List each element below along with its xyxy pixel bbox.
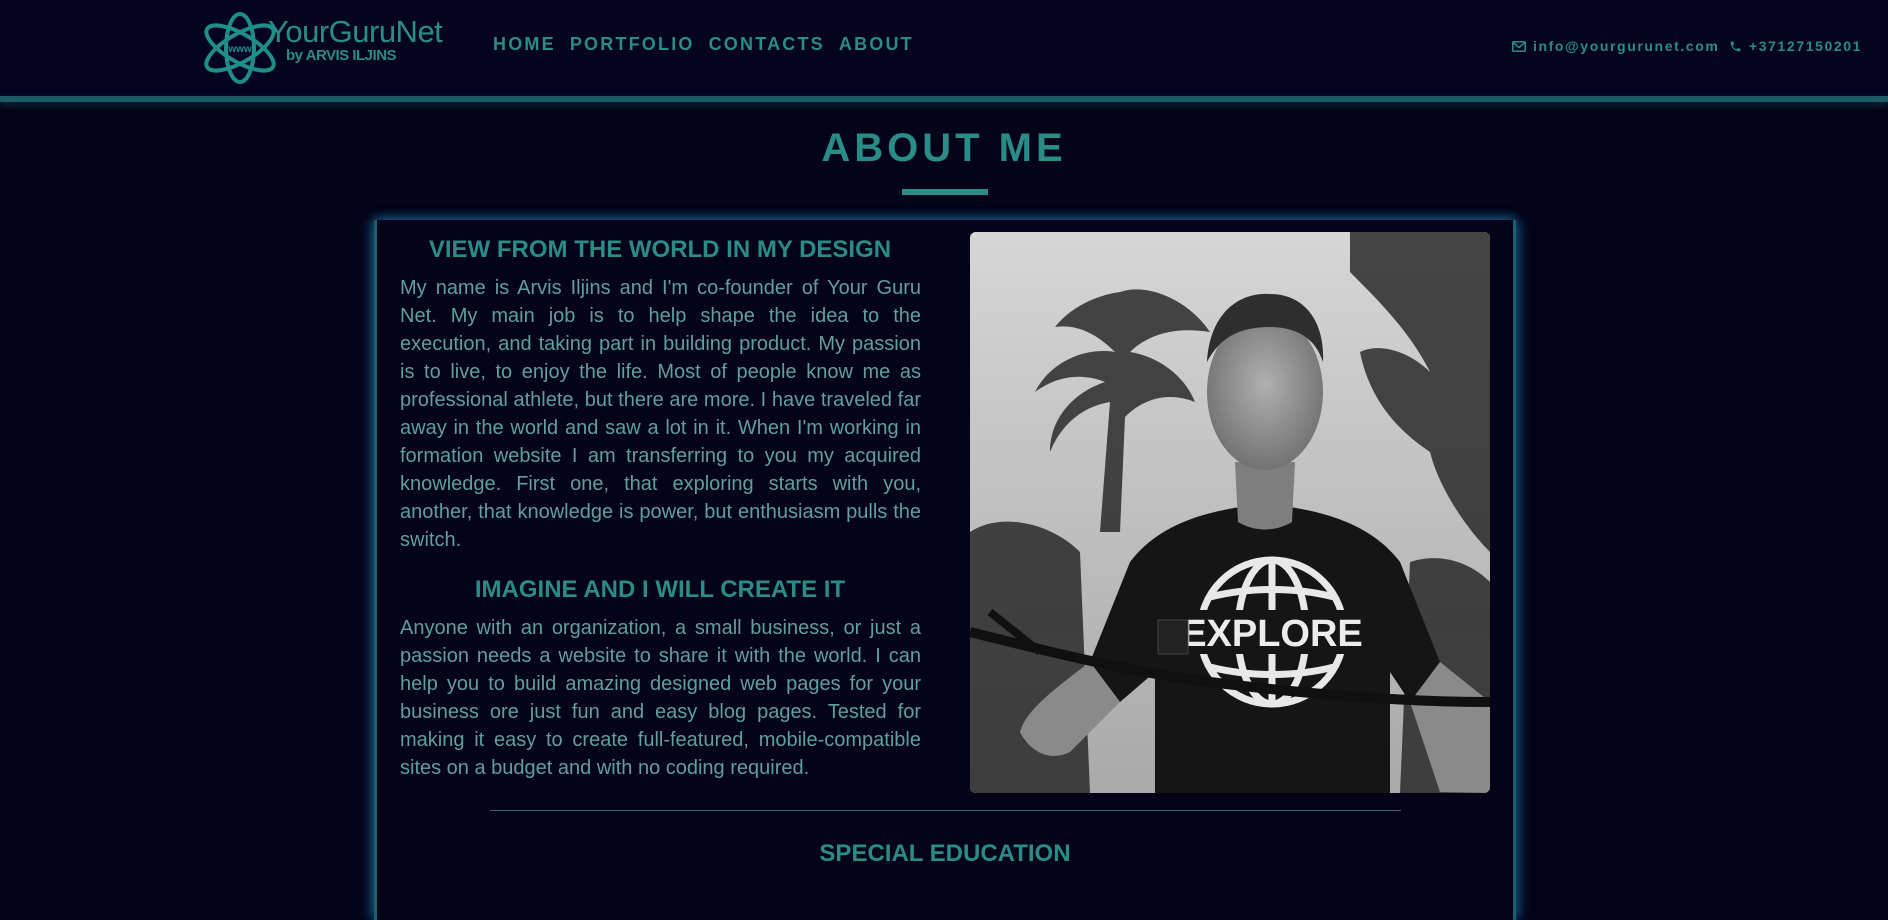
page-title: ABOUT ME — [821, 126, 1067, 170]
shirt-print-text: EXPLORE — [1181, 613, 1363, 655]
brand-name: YourGuruNet — [268, 14, 443, 49]
contact-email-text: info@yourgurunet.com — [1533, 38, 1720, 54]
site-logo[interactable]: www YourGuruNet by ARVIS ILJINS — [198, 8, 448, 84]
main-nav: HOME PORTFOLIO CONTACTS ABOUT — [493, 34, 914, 55]
section-text-imagine: Anyone with an organization, a small bus… — [400, 617, 921, 779]
nav-home[interactable]: HOME — [493, 34, 556, 55]
portrait-photo: EXPLORE — [970, 232, 1490, 793]
nav-about[interactable]: ABOUT — [839, 34, 914, 55]
nav-portfolio[interactable]: PORTFOLIO — [570, 34, 695, 55]
portrait-illustration: EXPLORE — [970, 232, 1490, 793]
site-header: www YourGuruNet by ARVIS ILJINS HOME POR… — [0, 0, 1888, 96]
contact-email[interactable]: info@yourgurunet.com — [1512, 38, 1719, 54]
section-heading-imagine: IMAGINE AND I WILL CREATE IT — [474, 576, 846, 603]
contact-phone-text: +37127150201 — [1749, 38, 1863, 54]
section-heading-special: SPECIAL EDUCATION — [819, 840, 1071, 867]
logo-badge: www — [227, 44, 252, 55]
section-divider — [490, 810, 1401, 811]
section-text-view: My name is Arvis Iljins and I'm co-found… — [400, 277, 921, 551]
phone-icon — [1730, 41, 1741, 51]
header-divider — [0, 96, 1888, 102]
title-underline — [902, 189, 988, 195]
nav-contacts[interactable]: CONTACTS — [709, 34, 825, 55]
section-heading-view: VIEW FROM THE WORLD IN MY DESIGN — [428, 236, 892, 263]
brand-subtitle: by ARVIS ILJINS — [286, 47, 397, 64]
contact-phone[interactable]: +37127150201 — [1729, 38, 1862, 54]
envelope-icon — [1512, 40, 1526, 52]
